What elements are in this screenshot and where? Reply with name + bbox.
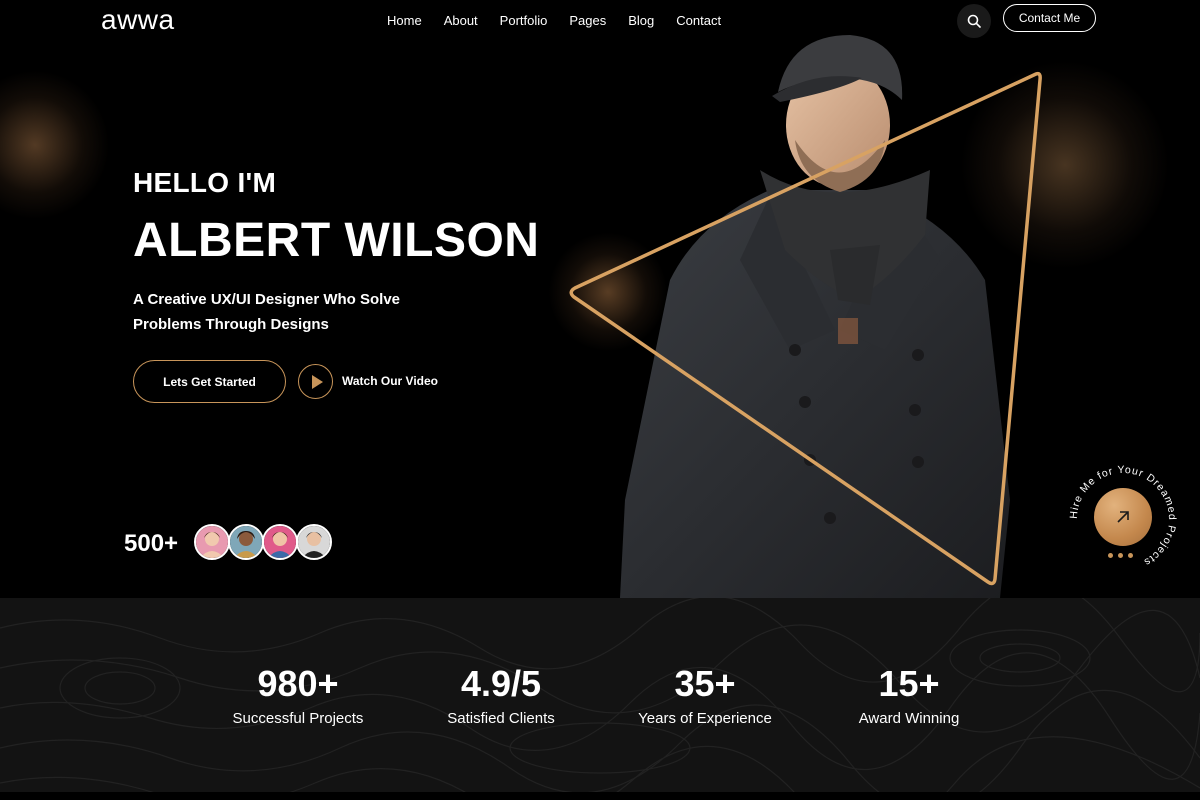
main-nav: Home About Portfolio Pages Blog Contact xyxy=(387,13,721,28)
nav-item-blog[interactable]: Blog xyxy=(628,13,654,28)
stat-value: 4.9/5 xyxy=(460,663,542,704)
play-video-button[interactable] xyxy=(298,364,333,399)
hero-subtitle: A Creative UX/UI Designer Who Solve Prob… xyxy=(133,287,453,337)
nav-item-contact[interactable]: Contact xyxy=(676,13,721,28)
stat-label: Successful Projects xyxy=(232,710,364,727)
site-logo[interactable]: awwa xyxy=(101,4,175,36)
hire-me-button[interactable] xyxy=(1094,488,1152,546)
glow-decoration xyxy=(0,70,110,220)
nav-item-about[interactable]: About xyxy=(444,13,478,28)
dots-decoration xyxy=(1108,553,1138,558)
avatar xyxy=(296,524,332,560)
play-icon xyxy=(311,374,323,389)
get-started-button[interactable]: Lets Get Started xyxy=(133,360,286,403)
stat-experience: 35+ Years of Experience xyxy=(605,663,805,728)
arrow-up-right-icon xyxy=(1117,511,1129,523)
footer-edge xyxy=(0,792,1200,800)
stat-label: Years of Experience xyxy=(638,710,772,727)
avatar xyxy=(194,524,230,560)
stat-clients: 4.9/5 Satisfied Clients xyxy=(401,663,601,728)
hero-greeting: HELLO I'M xyxy=(133,167,277,198)
nav-item-home[interactable]: Home xyxy=(387,13,422,28)
contact-me-button[interactable]: Contact Me xyxy=(1003,4,1096,32)
hero-person-image xyxy=(620,35,1010,598)
hero-section: awwa Home About Portfolio Pages Blog Con… xyxy=(0,0,1200,598)
nav-item-portfolio[interactable]: Portfolio xyxy=(500,13,548,28)
site-header: awwa Home About Portfolio Pages Blog Con… xyxy=(0,0,1200,44)
stat-label: Satisfied Clients xyxy=(447,710,555,727)
stat-projects: 980+ Successful Projects xyxy=(198,663,398,728)
hero-subtitle-line2: Problems Through Designs xyxy=(133,316,329,333)
hero-name: ALBERT WILSON xyxy=(133,214,540,267)
nav-item-pages[interactable]: Pages xyxy=(569,13,606,28)
stat-label: Award Winning xyxy=(858,710,960,727)
stat-awards: 15+ Award Winning xyxy=(809,663,1009,728)
hero-subtitle-line1: A Creative UX/UI Designer Who Solve xyxy=(133,291,401,308)
stats-section: 980+ Successful Projects 4.9/5 Satisfied… xyxy=(0,598,1200,800)
avatar xyxy=(262,524,298,560)
stat-value: 15+ xyxy=(878,663,940,704)
client-count: 500+ xyxy=(124,530,179,557)
search-icon xyxy=(967,14,981,28)
hire-me-badge[interactable]: Hire Me for Your Dreamed Projects xyxy=(1064,460,1182,578)
search-button[interactable] xyxy=(957,4,991,38)
avatar xyxy=(228,524,264,560)
watch-video-link[interactable]: Watch Our Video xyxy=(342,374,438,388)
client-avatars xyxy=(194,524,332,560)
stat-value: 980+ xyxy=(257,663,339,704)
stat-value: 35+ xyxy=(674,663,736,704)
